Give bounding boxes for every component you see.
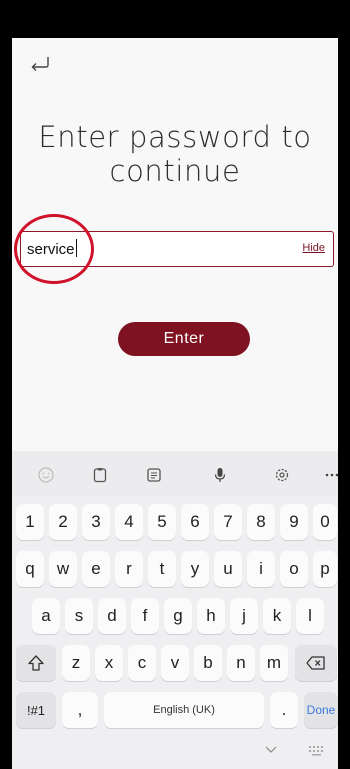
backspace-key[interactable]	[295, 645, 337, 681]
hide-password-link[interactable]: Hide	[302, 242, 325, 254]
key-g[interactable]: g	[164, 598, 192, 634]
emoji-icon[interactable]	[34, 463, 58, 487]
key-7[interactable]: 7	[214, 504, 242, 540]
key-u[interactable]: u	[214, 551, 242, 587]
clipboard-icon[interactable]	[88, 463, 112, 487]
key-w[interactable]: w	[49, 551, 77, 587]
text-cursor	[75, 239, 78, 257]
key-i[interactable]: i	[247, 551, 275, 587]
key-4[interactable]: 4	[115, 504, 143, 540]
space-key[interactable]: English (UK)	[104, 692, 264, 728]
key-e[interactable]: e	[82, 551, 110, 587]
key-y[interactable]: y	[181, 551, 209, 587]
key-2[interactable]: 2	[49, 504, 77, 540]
app-screen: Enter password to continue service Hide …	[12, 38, 339, 769]
key-r[interactable]: r	[115, 551, 143, 587]
back-button[interactable]	[28, 54, 52, 74]
enter-button[interactable]: Enter	[118, 322, 250, 356]
done-key[interactable]: Done	[304, 692, 338, 728]
key-k[interactable]: k	[263, 598, 291, 634]
key-q[interactable]: q	[16, 551, 44, 587]
key-d[interactable]: d	[98, 598, 126, 634]
mic-icon[interactable]	[208, 463, 232, 487]
more-icon[interactable]	[320, 463, 344, 487]
key-v[interactable]: v	[161, 645, 189, 681]
page-title: Enter password to continue	[38, 120, 312, 188]
chevron-down-icon[interactable]	[264, 745, 278, 755]
key-c[interactable]: c	[128, 645, 156, 681]
key-o[interactable]: o	[280, 551, 308, 587]
key-8[interactable]: 8	[247, 504, 275, 540]
key-0[interactable]: 0	[313, 504, 337, 540]
key-z[interactable]: z	[62, 645, 90, 681]
key-l[interactable]: l	[296, 598, 324, 634]
key-n[interactable]: n	[227, 645, 255, 681]
shift-key[interactable]	[16, 645, 56, 681]
password-field[interactable]: service Hide	[20, 231, 334, 267]
settings-icon[interactable]	[270, 463, 294, 487]
key-9[interactable]: 9	[280, 504, 308, 540]
keyboard: 1 2 3 4 5 6 7 8 9 0 q w e r t y u i o p …	[12, 451, 339, 769]
key-j[interactable]: j	[230, 598, 258, 634]
left-edge	[0, 0, 12, 769]
key-x[interactable]: x	[95, 645, 123, 681]
notes-icon[interactable]	[142, 463, 166, 487]
period-key[interactable]: .	[270, 692, 298, 728]
symbols-key[interactable]: !#1	[16, 692, 56, 728]
key-s[interactable]: s	[65, 598, 93, 634]
comma-key[interactable]: ,	[62, 692, 98, 728]
return-arrow-icon	[31, 57, 49, 71]
key-5[interactable]: 5	[148, 504, 176, 540]
key-1[interactable]: 1	[16, 504, 44, 540]
key-h[interactable]: h	[197, 598, 225, 634]
navigation-bar	[12, 733, 338, 769]
key-t[interactable]: t	[148, 551, 176, 587]
key-a[interactable]: a	[32, 598, 60, 634]
backspace-icon	[306, 656, 325, 670]
keyboard-switch-icon[interactable]	[308, 745, 326, 757]
key-p[interactable]: p	[313, 551, 337, 587]
key-6[interactable]: 6	[181, 504, 209, 540]
key-f[interactable]: f	[131, 598, 159, 634]
right-edge	[338, 0, 350, 769]
key-3[interactable]: 3	[82, 504, 110, 540]
shift-icon	[28, 655, 44, 671]
password-value: service	[27, 241, 75, 258]
password-input[interactable]: service	[27, 239, 78, 258]
key-b[interactable]: b	[194, 645, 222, 681]
keyboard-toolbar	[12, 451, 339, 497]
status-bar	[0, 0, 350, 38]
key-m[interactable]: m	[260, 645, 288, 681]
